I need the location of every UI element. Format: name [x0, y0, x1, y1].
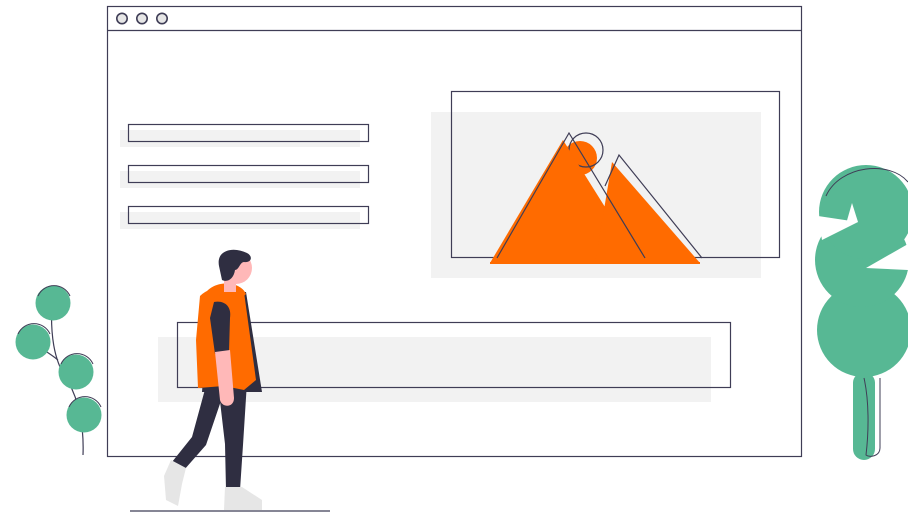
image-card: [431, 90, 781, 278]
plant-leaf: [35, 285, 71, 321]
window-control-dot: [156, 12, 169, 25]
tree-trunk: [853, 372, 875, 460]
onboarding-illustration: [15, 5, 908, 512]
person-shoe-back: [164, 460, 186, 506]
text-line-shadow: [120, 171, 360, 188]
window-controls: [116, 12, 169, 25]
person-shoe-front: [224, 487, 262, 510]
plant-icon: [15, 285, 102, 456]
window-control-dot: [116, 12, 129, 25]
window-control-dot: [136, 12, 149, 25]
text-lines: [120, 123, 370, 229]
text-line-shadow: [120, 212, 360, 229]
tree-icon: [815, 165, 908, 460]
text-line-shadow: [120, 130, 360, 147]
